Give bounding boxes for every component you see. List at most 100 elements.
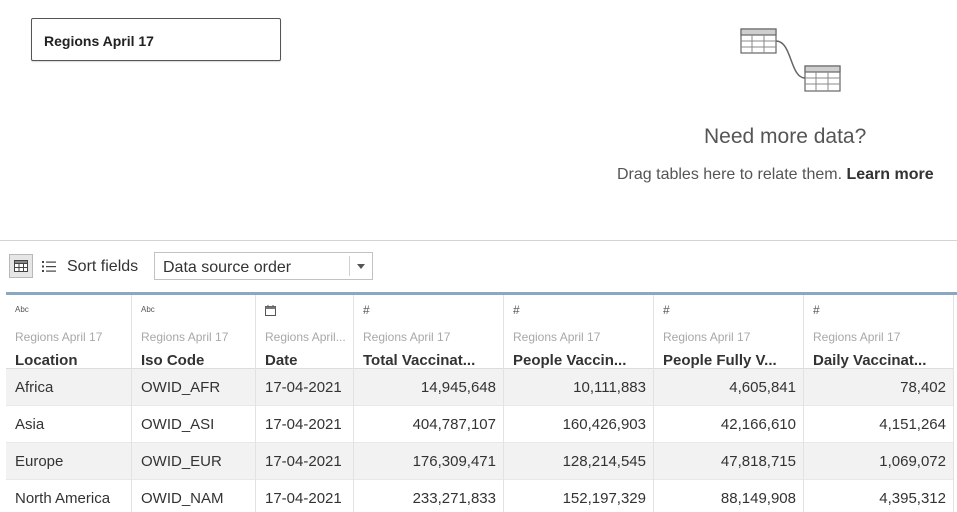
table-cell[interactable]: 4,151,264 xyxy=(804,406,953,443)
column-source: Regions April 17 xyxy=(141,330,229,344)
sort-fields-select[interactable]: Data source order xyxy=(154,252,373,280)
cell-value: OWID_AFR xyxy=(141,379,221,396)
number-type-icon[interactable]: # xyxy=(813,303,820,317)
table-card-regions[interactable]: Regions April 17 xyxy=(31,18,281,61)
list-icon xyxy=(42,260,56,272)
cell-value: 1,069,072 xyxy=(879,453,946,470)
column-header[interactable]: Abc Regions April 17 Iso Code xyxy=(132,295,255,369)
cell-value: Africa xyxy=(15,379,54,396)
column-name[interactable]: Daily Vaccinat... xyxy=(813,352,926,369)
sort-fields-value: Data source order xyxy=(163,259,292,276)
table-cell[interactable]: Asia xyxy=(6,406,131,443)
number-type-icon[interactable]: # xyxy=(663,303,670,317)
cell-value: Europe xyxy=(15,453,64,470)
string-type-icon[interactable]: Abc xyxy=(15,305,29,317)
cell-value: 176,309,471 xyxy=(412,453,496,470)
cell-value: 160,426,903 xyxy=(562,416,646,433)
cell-value: 404,787,107 xyxy=(412,416,496,433)
cell-value: 17-04-2021 xyxy=(265,379,342,396)
table-cell[interactable]: 17-04-2021 xyxy=(256,443,353,480)
sort-fields-label: Sort fields xyxy=(67,258,139,275)
cell-value: 47,818,715 xyxy=(720,453,796,470)
cell-value: 4,151,264 xyxy=(879,416,946,433)
table-cell[interactable]: 1,069,072 xyxy=(804,443,953,480)
column-header[interactable]: # Regions April 17 People Vaccin... xyxy=(504,295,653,369)
cell-value: 233,271,833 xyxy=(412,490,496,507)
table-cell[interactable]: 160,426,903 xyxy=(504,406,653,443)
table-cell[interactable]: OWID_ASI xyxy=(132,406,255,443)
cell-value: 17-04-2021 xyxy=(265,416,342,433)
number-type-icon[interactable]: # xyxy=(513,303,520,317)
drag-tables-text: Drag tables here to relate them. xyxy=(617,166,843,183)
table-cell[interactable]: 42,166,610 xyxy=(654,406,803,443)
table-cell[interactable]: 4,605,841 xyxy=(654,369,803,406)
grid-column: # Regions April 17 Total Vaccinat... 14,945… xyxy=(354,295,504,512)
table-cell[interactable]: 4,395,312 xyxy=(804,480,953,512)
cell-value: 14,945,648 xyxy=(420,379,496,396)
table-cell[interactable]: 47,818,715 xyxy=(654,443,803,480)
table-cell[interactable]: North America xyxy=(6,480,131,512)
column-source: Regions April 17 xyxy=(15,330,103,344)
cell-value: 152,197,329 xyxy=(562,490,646,507)
column-name[interactable]: Location xyxy=(15,352,78,369)
table-cell[interactable]: 10,111,883 xyxy=(504,369,653,406)
table-cell[interactable]: 17-04-2021 xyxy=(256,406,353,443)
number-type-icon[interactable]: # xyxy=(363,303,370,317)
cell-value: North America xyxy=(15,490,111,507)
list-view-button[interactable] xyxy=(39,256,59,276)
grid-column: Abc Regions April 17 Location Africa Asia Eur… xyxy=(6,295,132,512)
table-cell[interactable]: Africa xyxy=(6,369,131,406)
table-cell[interactable]: 233,271,833 xyxy=(354,480,503,512)
cell-value: 4,395,312 xyxy=(879,490,946,507)
cell-value: 17-04-2021 xyxy=(265,490,342,507)
column-header[interactable]: Abc Regions April 17 Location xyxy=(6,295,131,369)
column-header[interactable]: # Regions April 17 Total Vaccinat... xyxy=(354,295,503,369)
grid-column: # Regions April 17 People Vaccin... 10,111,… xyxy=(504,295,654,512)
chevron-down-icon xyxy=(357,264,365,269)
table-cell[interactable]: 128,214,545 xyxy=(504,443,653,480)
table-cell[interactable]: OWID_EUR xyxy=(132,443,255,480)
string-type-icon[interactable]: Abc xyxy=(141,305,155,317)
table-cell[interactable]: 17-04-2021 xyxy=(256,369,353,406)
cell-value: OWID_ASI xyxy=(141,416,215,433)
column-name[interactable]: Total Vaccinat... xyxy=(363,352,475,369)
table-card-title: Regions April 17 xyxy=(44,33,154,49)
date-type-icon[interactable] xyxy=(265,305,276,317)
column-header[interactable]: # Regions April 17 Daily Vaccinat... xyxy=(804,295,953,369)
table-cell[interactable]: 152,197,329 xyxy=(504,480,653,512)
column-name[interactable]: Date xyxy=(265,352,298,369)
drag-tables-hint: Drag tables here to relate them. Learn m… xyxy=(617,166,934,184)
column-name[interactable]: People Vaccin... xyxy=(513,352,626,369)
column-source: Regions April 17 xyxy=(363,330,451,344)
relate-tables-icon xyxy=(740,28,841,92)
cell-value: Asia xyxy=(15,416,45,433)
cell-value: 17-04-2021 xyxy=(265,453,342,470)
table-cell[interactable]: OWID_AFR xyxy=(132,369,255,406)
cell-value: 4,605,841 xyxy=(729,379,796,396)
grid-icon xyxy=(14,260,28,272)
column-source: Regions April 17 xyxy=(663,330,751,344)
grid-column: # Regions April 17 People Fully V... 4,605,… xyxy=(654,295,804,512)
learn-more-link[interactable]: Learn more xyxy=(846,166,933,183)
table-cell[interactable]: 176,309,471 xyxy=(354,443,503,480)
column-source: Regions April... xyxy=(265,330,346,344)
table-cell[interactable]: 78,402 xyxy=(804,369,953,406)
cell-value: 128,214,545 xyxy=(562,453,646,470)
column-name[interactable]: People Fully V... xyxy=(663,352,777,369)
table-cell[interactable]: 14,945,648 xyxy=(354,369,503,406)
column-name[interactable]: Iso Code xyxy=(141,352,204,369)
table-cell[interactable]: OWID_NAM xyxy=(132,480,255,512)
cell-value: OWID_NAM xyxy=(141,490,224,507)
canvas-divider xyxy=(0,240,957,241)
column-header[interactable]: Regions April... Date xyxy=(256,295,353,369)
table-cell[interactable]: 17-04-2021 xyxy=(256,480,353,512)
select-divider xyxy=(349,256,350,276)
data-grid: Abc Regions April 17 Location Africa Asia Eur… xyxy=(0,292,957,512)
table-cell[interactable]: 88,149,908 xyxy=(654,480,803,512)
table-cell[interactable]: Europe xyxy=(6,443,131,480)
column-source: Regions April 17 xyxy=(513,330,601,344)
column-header[interactable]: # Regions April 17 People Fully V... xyxy=(654,295,803,369)
grid-column: Regions April... Date 17-04-2021 17-04-2021… xyxy=(256,295,354,512)
table-cell[interactable]: 404,787,107 xyxy=(354,406,503,443)
grid-view-button[interactable] xyxy=(9,254,33,278)
